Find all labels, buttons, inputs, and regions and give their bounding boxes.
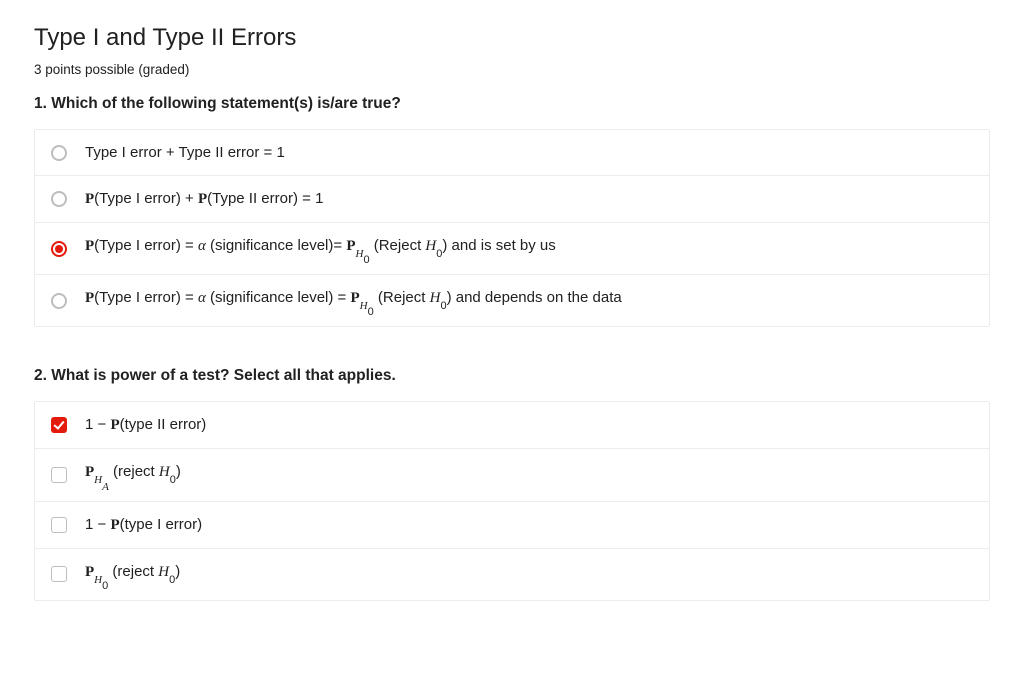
- option-label: PHA (reject H0): [85, 463, 181, 486]
- q2-group-option-1[interactable]: PHA (reject H0): [35, 449, 989, 501]
- option-label: PH0 (reject H0): [85, 563, 180, 586]
- page-title: Type I and Type II Errors: [34, 24, 990, 52]
- q1-group-option-1[interactable]: P(Type I error) + P(Type II error) = 1: [35, 176, 989, 223]
- q1-group-option-3[interactable]: P(Type I error) = α (significance level)…: [35, 275, 989, 326]
- radio-icon[interactable]: [51, 191, 67, 207]
- radio-icon[interactable]: [51, 145, 67, 161]
- option-label: Type I error + Type II error = 1: [85, 144, 285, 161]
- option-label: P(Type I error) + P(Type II error) = 1: [85, 190, 323, 208]
- q2-options: 1 − P(type II error) PHA (reject H0) 1 − P…: [34, 401, 990, 600]
- radio-icon[interactable]: [51, 293, 67, 309]
- q2-group-option-3[interactable]: PH0 (reject H0): [35, 549, 989, 600]
- checkbox-icon[interactable]: [51, 417, 67, 433]
- q1-options: Type I error + Type II error = 1 P(Type I…: [34, 129, 990, 327]
- checkbox-icon[interactable]: [51, 467, 67, 483]
- option-label: 1 − P(type II error): [85, 416, 206, 434]
- q2-prompt: 2. What is power of a test? Select all t…: [34, 367, 990, 385]
- radio-icon[interactable]: [51, 241, 67, 257]
- checkbox-icon[interactable]: [51, 566, 67, 582]
- q1-prompt: 1. Which of the following statement(s) i…: [34, 95, 990, 113]
- points-possible: 3 points possible (graded): [34, 62, 990, 77]
- option-label: P(Type I error) = α (significance level)…: [85, 237, 556, 260]
- option-label: 1 − P(type I error): [85, 516, 202, 534]
- q2-group-option-2[interactable]: 1 − P(type I error): [35, 502, 989, 549]
- q1-group-option-2[interactable]: P(Type I error) = α (significance level)…: [35, 223, 989, 275]
- q1-group-option-0[interactable]: Type I error + Type II error = 1: [35, 130, 989, 176]
- option-label: P(Type I error) = α (significance level)…: [85, 289, 622, 312]
- q2-group-option-0[interactable]: 1 − P(type II error): [35, 402, 989, 449]
- checkbox-icon[interactable]: [51, 517, 67, 533]
